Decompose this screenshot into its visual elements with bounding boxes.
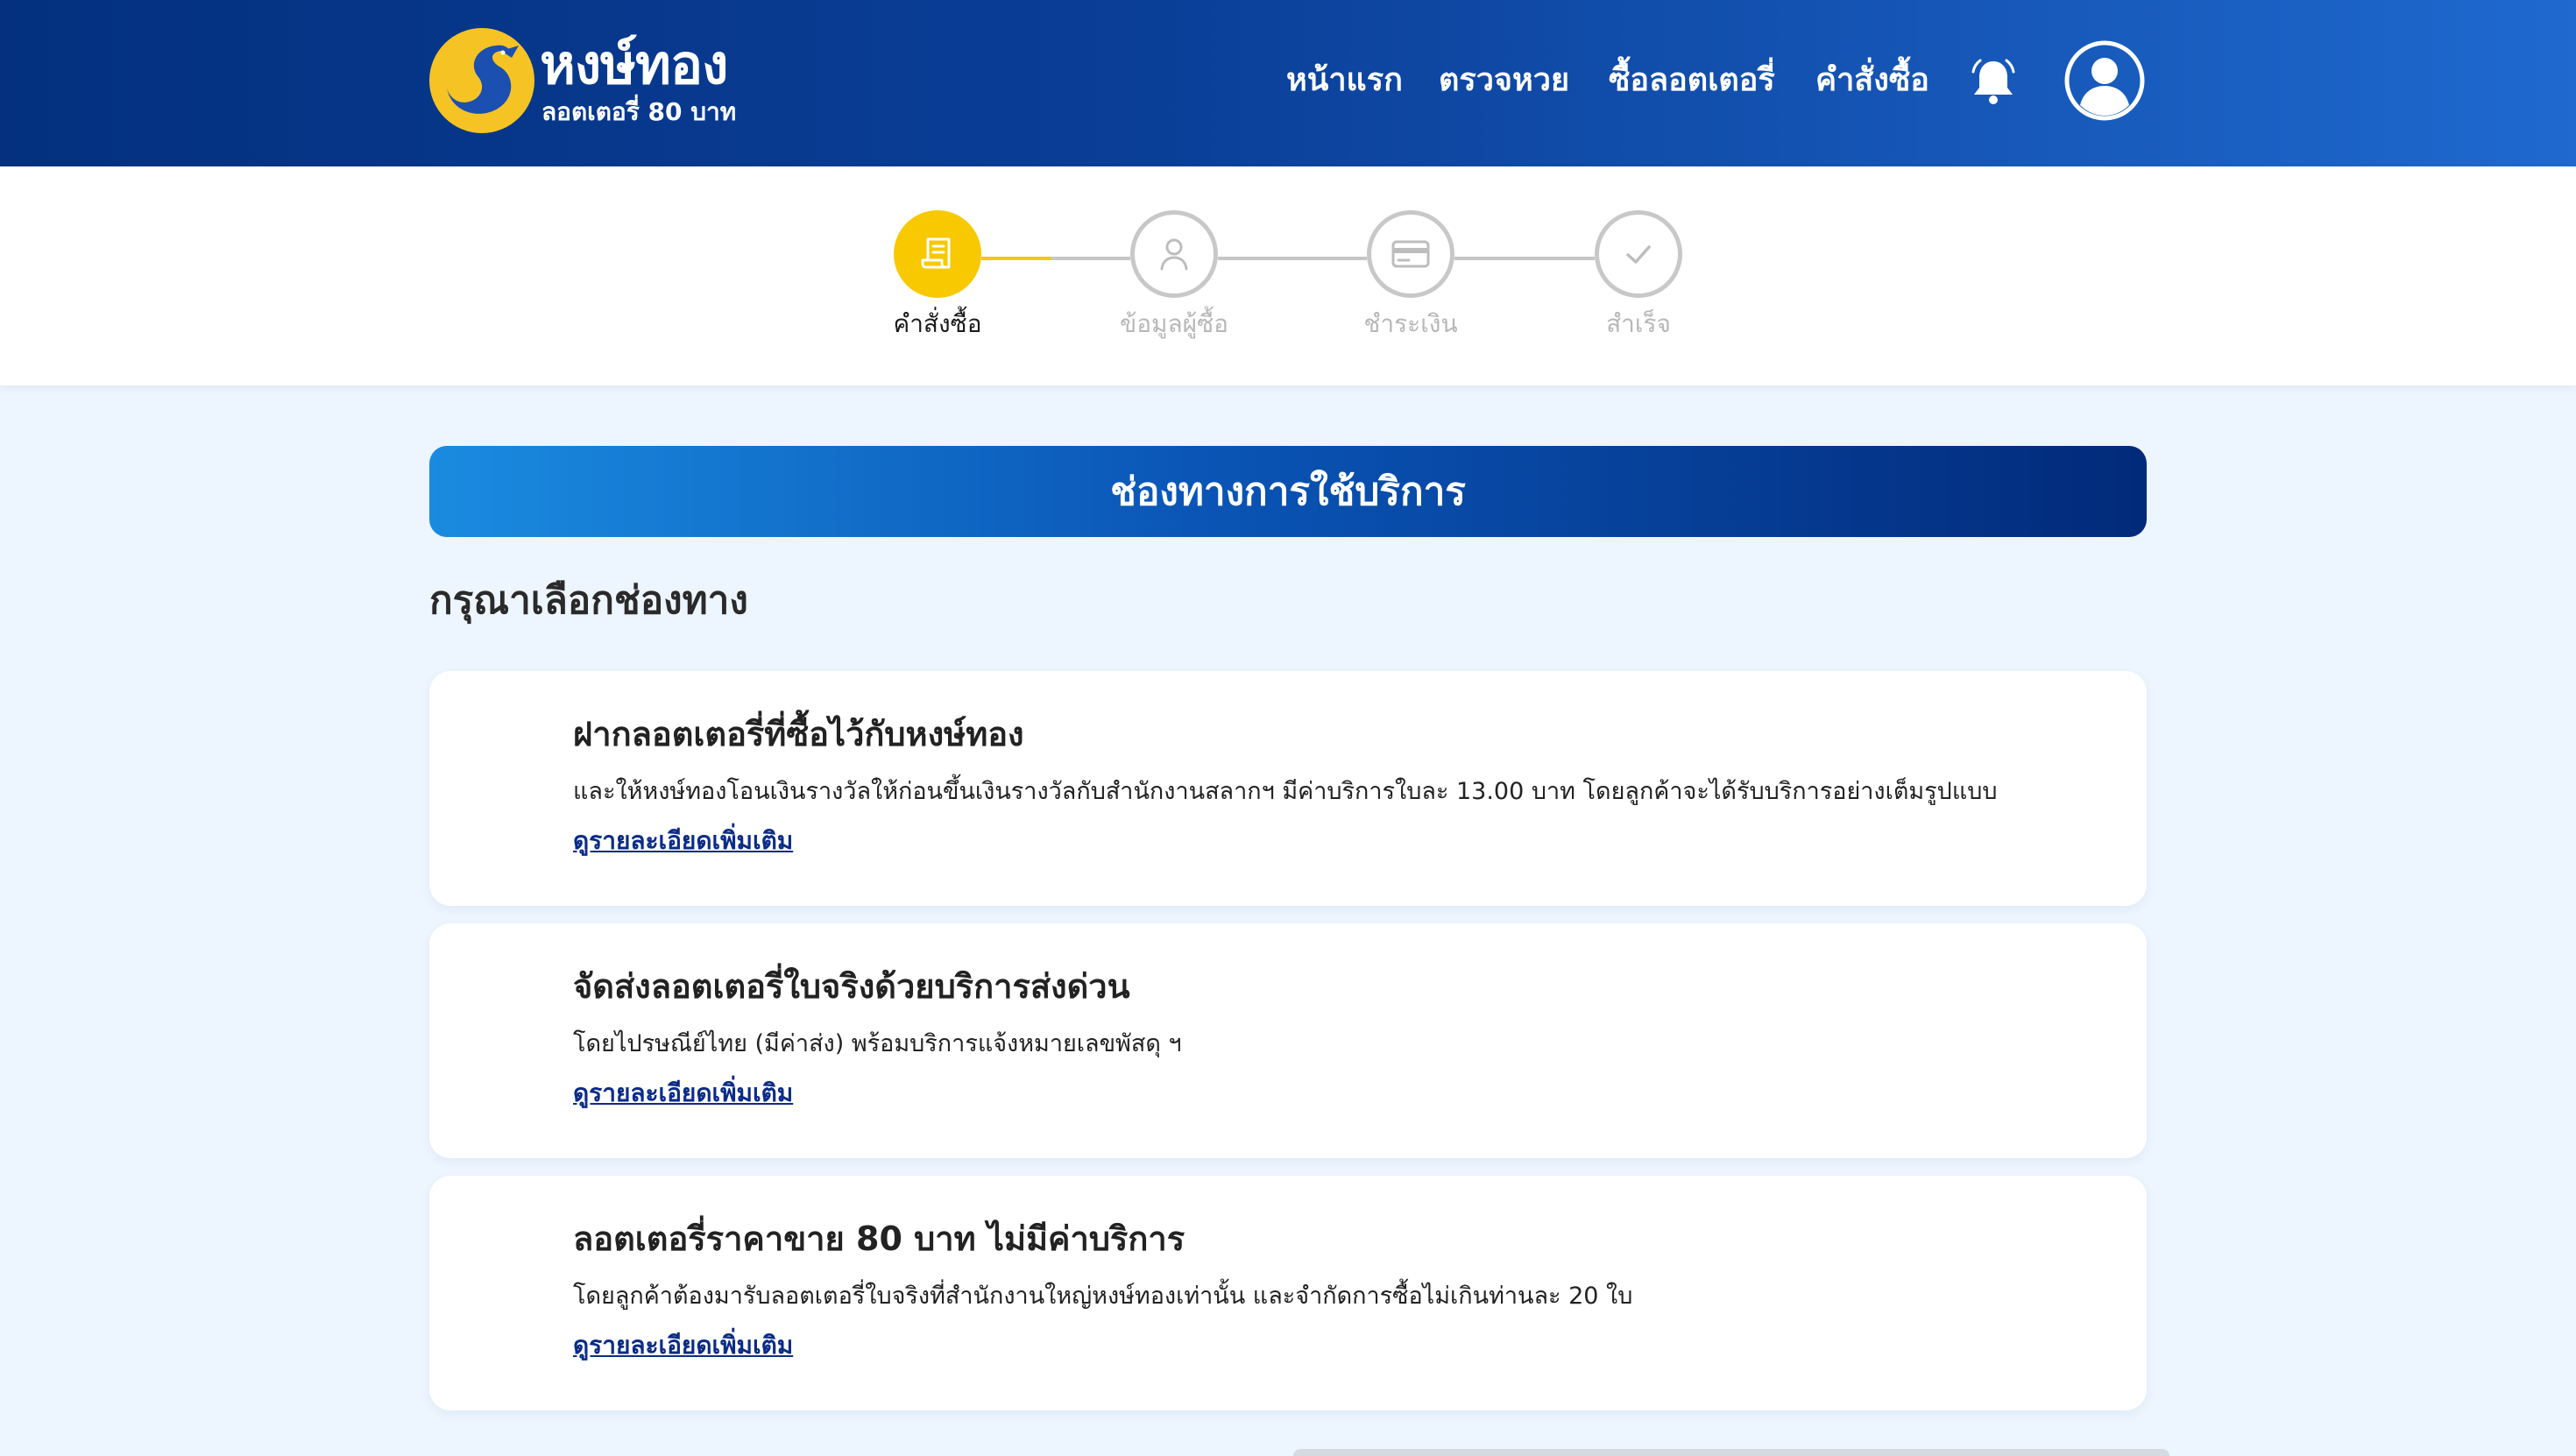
bottom-sheet-handle[interactable] (1293, 1449, 2169, 1456)
brand-logo[interactable]: หงษ์ทอง ลอตเตอรี่ 80 บาท (428, 26, 752, 137)
nav-buy-lottery[interactable]: ซื้อลอตเตอรี่ (1609, 54, 1775, 107)
option-card-pickup[interactable]: ลอตเตอรี่ราคาขาย 80 บาท ไม่มีค่าบริการ โ… (429, 1176, 2147, 1410)
option-description: โดยไปรษณีย์ไทย (มีค่าส่ง) พร้อมบริการแจ้… (573, 1030, 1182, 1057)
check-icon (1626, 245, 1651, 264)
swan-logo-icon (429, 28, 534, 133)
option-card-delivery[interactable]: จัดส่งลอตเตอรี่ใบจริงด้วยบริการส่งด่วน โ… (429, 923, 2147, 1158)
service-channel-banner: ช่องทางการใช้บริการ (429, 446, 2147, 537)
option-title: ลอตเตอรี่ราคาขาย 80 บาท ไม่มีค่าบริการ (573, 1219, 1185, 1258)
step-connector-3 (1454, 257, 1595, 260)
option-title: ฝากลอตเตอรี่ที่ซื้อไว้กับหงษ์ทอง (573, 715, 1024, 753)
step-label-buyer-info: ข้อมูลผู้ซื้อ (1120, 309, 1228, 338)
option-description: และให้หงษ์ทองโอนเงินรางวัลให้ก่อนขึ้นเงิ… (573, 778, 1998, 805)
option-card-deposit[interactable]: ฝากลอตเตอรี่ที่ซื้อไว้กับหงษ์ทอง และให้ห… (429, 671, 2147, 906)
step-connector-1 (1051, 257, 1130, 260)
option-description: โดยลูกค้าต้องมารับลอตเตอรี่ใบจริงที่สำนั… (573, 1283, 1633, 1310)
option-title: จัดส่งลอตเตอรี่ใบจริงด้วยบริการส่งด่วน (573, 967, 1130, 1006)
section-title: กรุณาเลือกช่องทาง (429, 578, 748, 623)
nav-orders[interactable]: คำสั่งซื้อ (1815, 54, 1929, 107)
step-payment[interactable] (1367, 210, 1454, 298)
step-connector-active (981, 257, 1051, 260)
step-label-order: คำสั่งซื้อ (893, 309, 982, 338)
option-details-link[interactable]: ดูรายละเอียดเพิ่มเติม (573, 1328, 793, 1363)
step-label-payment: ชำระเงิน (1363, 309, 1458, 338)
nav-home[interactable]: หน้าแรก (1286, 54, 1403, 107)
step-buyer-info[interactable] (1130, 210, 1218, 298)
step-label-success: สำเร็จ (1606, 309, 1671, 338)
step-success[interactable] (1595, 210, 1682, 298)
nav-check-lottery[interactable]: ตรวจหวย (1439, 54, 1569, 107)
bell-icon[interactable] (1968, 56, 2019, 107)
credit-card-icon (1391, 240, 1430, 268)
site-header: หงษ์ทอง ลอตเตอรี่ 80 บาท หน้าแรก ตรวจหวย… (0, 0, 2576, 166)
user-avatar-icon[interactable] (2064, 40, 2145, 121)
step-order[interactable] (894, 210, 981, 298)
option-details-link[interactable]: ดูรายละเอียดเพิ่มเติม (573, 823, 793, 859)
step-connector-2 (1218, 257, 1367, 260)
option-details-link[interactable]: ดูรายละเอียดเพิ่มเติม (573, 1076, 793, 1111)
banner-title: ช่องทางการใช้บริการ (1110, 470, 1466, 514)
checkout-stepper (0, 166, 2576, 385)
user-icon (1160, 238, 1188, 271)
brand-name: หงษ์ทอง (540, 32, 728, 96)
document-icon (921, 237, 951, 269)
brand-tagline: ลอตเตอรี่ 80 บาท (541, 97, 737, 126)
